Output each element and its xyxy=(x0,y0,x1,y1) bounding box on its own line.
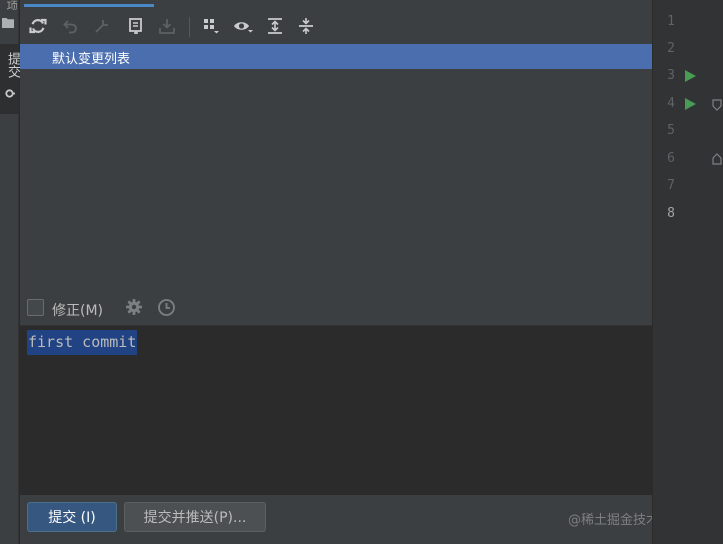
active-tab-indicator xyxy=(24,4,154,7)
project-tab-label[interactable]: 项 xyxy=(3,0,17,10)
line-number: 6 xyxy=(667,151,675,166)
commit-message-text[interactable]: first commit xyxy=(27,330,138,355)
commit-button[interactable]: 提交 (I) xyxy=(27,502,117,532)
gear-icon[interactable] xyxy=(125,298,143,316)
line-number: 5 xyxy=(667,123,675,138)
fold-start-icon[interactable] xyxy=(711,99,723,111)
run-icon[interactable] xyxy=(683,97,697,111)
line-number: 7 xyxy=(667,178,675,193)
toolbar-separator xyxy=(189,17,190,37)
collapse-all-icon[interactable] xyxy=(295,15,317,37)
line-number-current: 8 xyxy=(667,206,675,221)
changelist-row-default[interactable]: 默认变更列表 xyxy=(20,44,652,69)
changelist-label: 默认变更列表 xyxy=(52,52,131,67)
editor-gutter: 1 2 3 4 5 6 7 8 xyxy=(652,0,723,544)
line-number: 3 xyxy=(667,68,675,83)
amend-bar: 修正(M) xyxy=(20,293,652,325)
folder-icon[interactable] xyxy=(2,17,14,28)
git-commit-icon xyxy=(5,89,15,98)
commit-panel: 默认变更列表 修正(M) first commit 提交 (I) 提交并推送(P… xyxy=(20,0,685,544)
commit-and-push-button[interactable]: 提交并推送(P)... xyxy=(124,502,266,532)
commit-actions-bar: 提交 (I) 提交并推送(P)... @稀土掘金技术社区 xyxy=(20,495,685,544)
update-icon[interactable] xyxy=(91,15,113,37)
clock-icon[interactable] xyxy=(157,298,176,317)
left-tool-strip: 项 提交 xyxy=(0,0,20,544)
line-number: 1 xyxy=(667,14,675,29)
group-by-icon[interactable] xyxy=(200,15,222,37)
fold-end-icon[interactable] xyxy=(711,153,723,165)
amend-checkbox[interactable] xyxy=(27,299,44,316)
line-number: 2 xyxy=(667,41,675,56)
line-number: 4 xyxy=(667,96,675,111)
shelve-icon[interactable] xyxy=(156,15,178,37)
rollback-icon[interactable] xyxy=(60,15,82,37)
commit-toolbar xyxy=(20,9,652,43)
amend-label[interactable]: 修正(M) xyxy=(52,300,103,320)
preview-icon[interactable] xyxy=(232,15,254,37)
expand-all-icon[interactable] xyxy=(264,15,286,37)
commit-message-editor[interactable]: first commit xyxy=(20,325,652,495)
refresh-icon[interactable] xyxy=(27,15,49,37)
diff-icon[interactable] xyxy=(125,15,147,37)
run-icon[interactable] xyxy=(683,69,697,83)
